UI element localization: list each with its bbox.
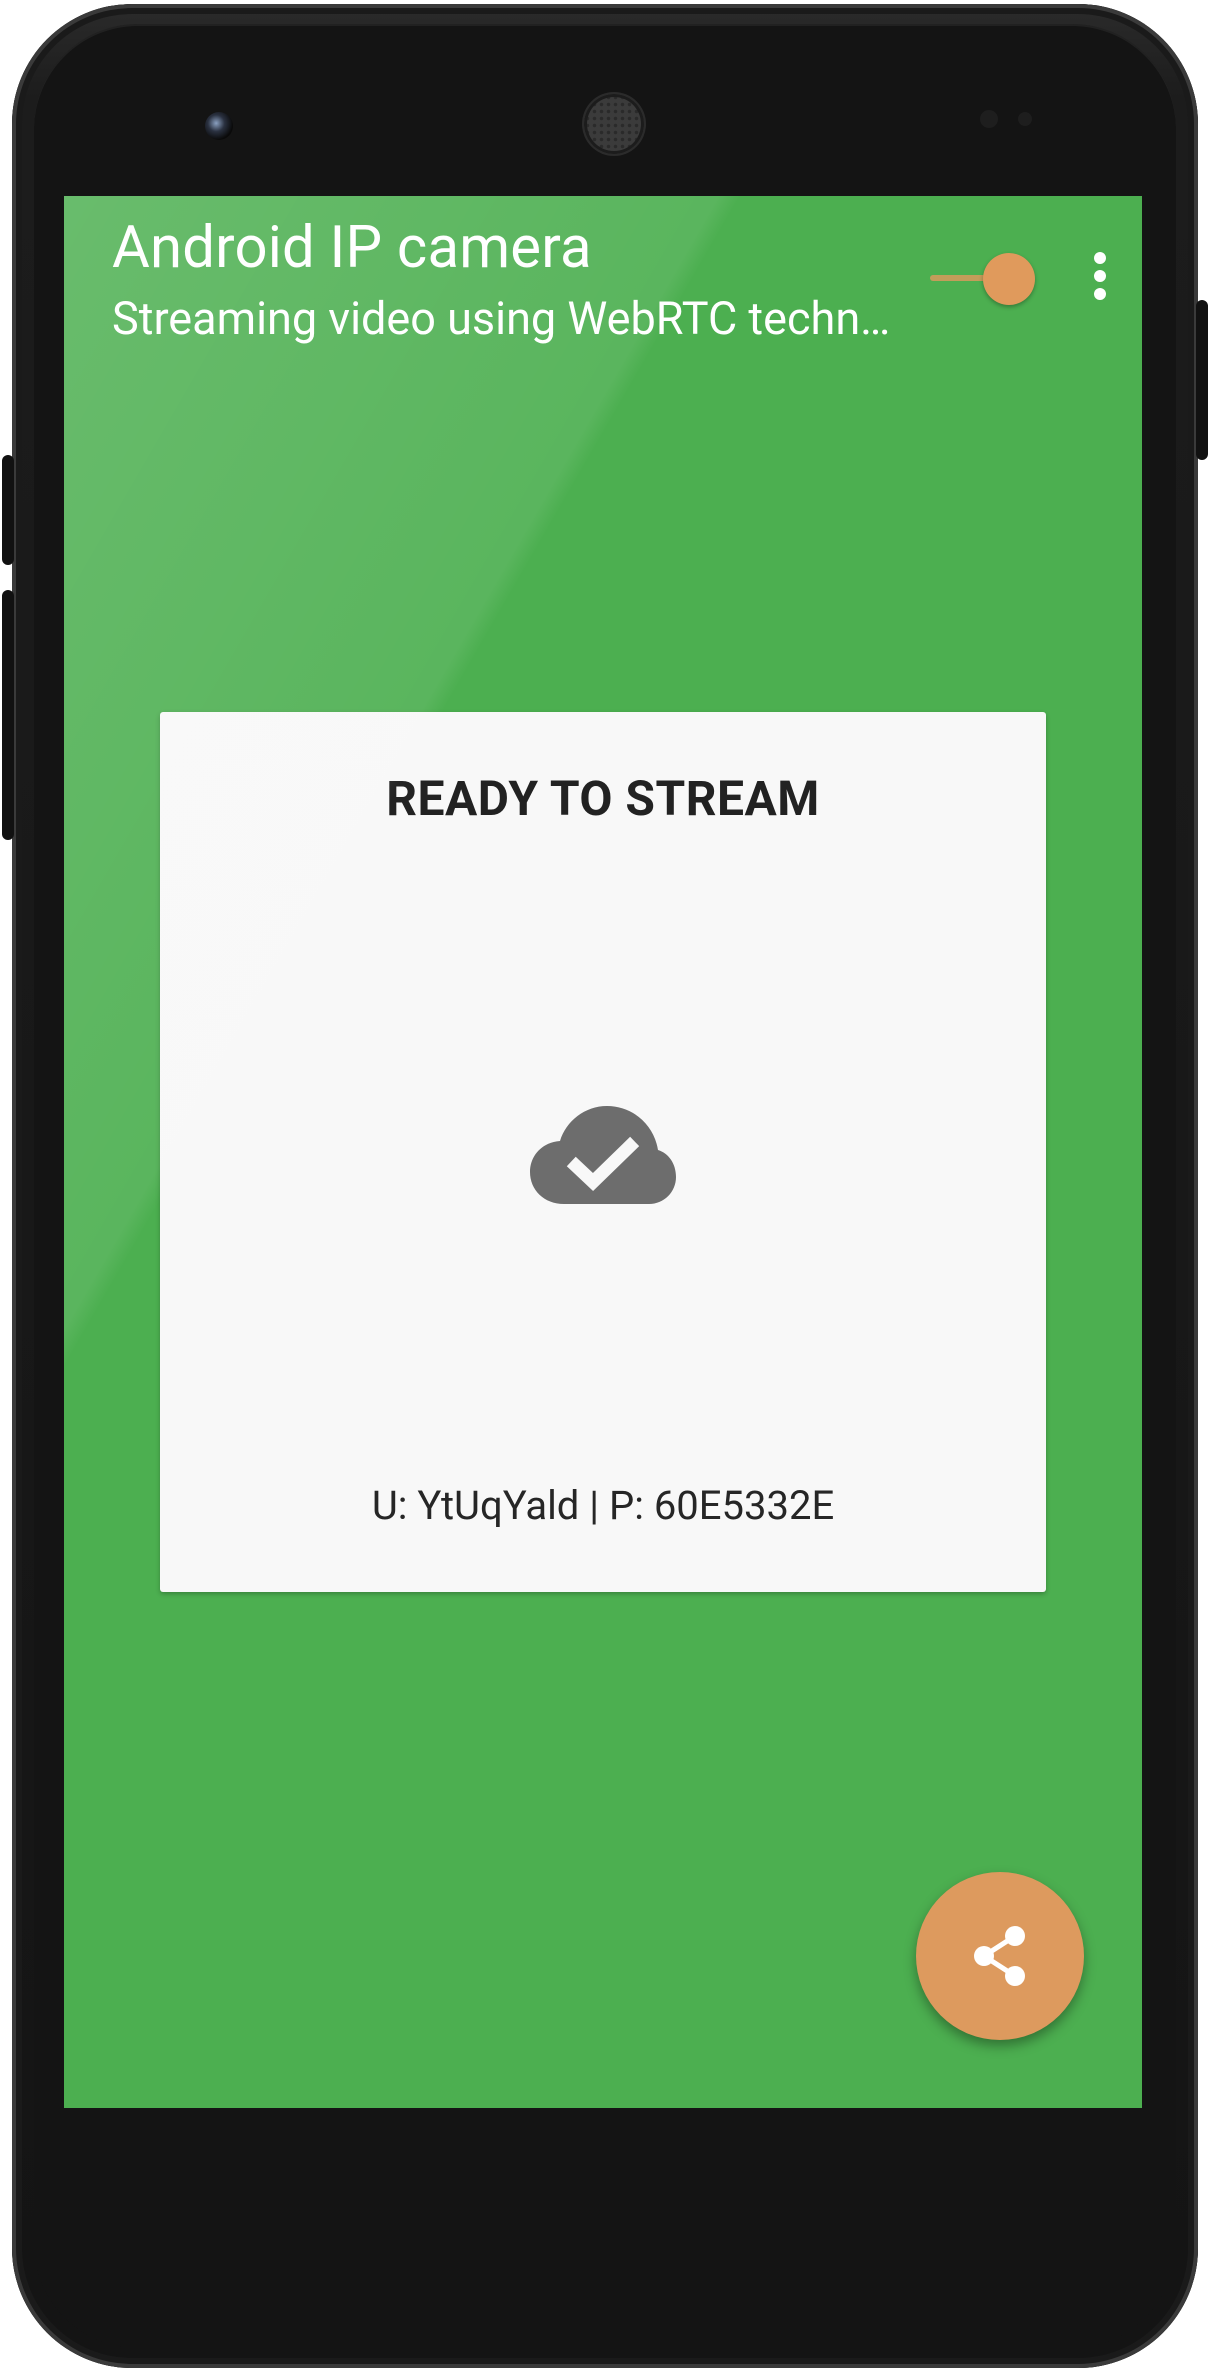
toggle-thumb: [983, 253, 1035, 305]
volume-down-button: [2, 590, 14, 840]
menu-dot: [1094, 270, 1106, 282]
proximity-sensor: [980, 110, 998, 128]
stream-status-card: READY TO STREAM U: YtUqYald | P: 60E5332…: [160, 712, 1046, 1592]
menu-dot: [1094, 252, 1106, 264]
more-vert-icon[interactable]: [1072, 248, 1128, 308]
app-screen: Android IP camera Streaming video using …: [64, 196, 1142, 2108]
front-camera-lens: [205, 112, 233, 140]
status-title: READY TO STREAM: [386, 770, 820, 827]
volume-up-button: [2, 455, 14, 565]
earpiece-speaker: [584, 94, 644, 154]
cloud-done-icon: [530, 1106, 676, 1204]
share-icon: [974, 1926, 1025, 1986]
menu-dot: [1094, 288, 1106, 300]
app-subtitle: Streaming video using WebRTC technology: [112, 292, 902, 345]
stream-credentials: U: YtUqYald | P: 60E5332E: [371, 1482, 835, 1529]
light-sensor: [1018, 112, 1032, 126]
share-button[interactable]: [916, 1872, 1084, 2040]
stream-toggle-switch[interactable]: [930, 250, 1040, 308]
app-title: Android IP camera: [112, 214, 592, 282]
power-button: [1196, 300, 1208, 460]
